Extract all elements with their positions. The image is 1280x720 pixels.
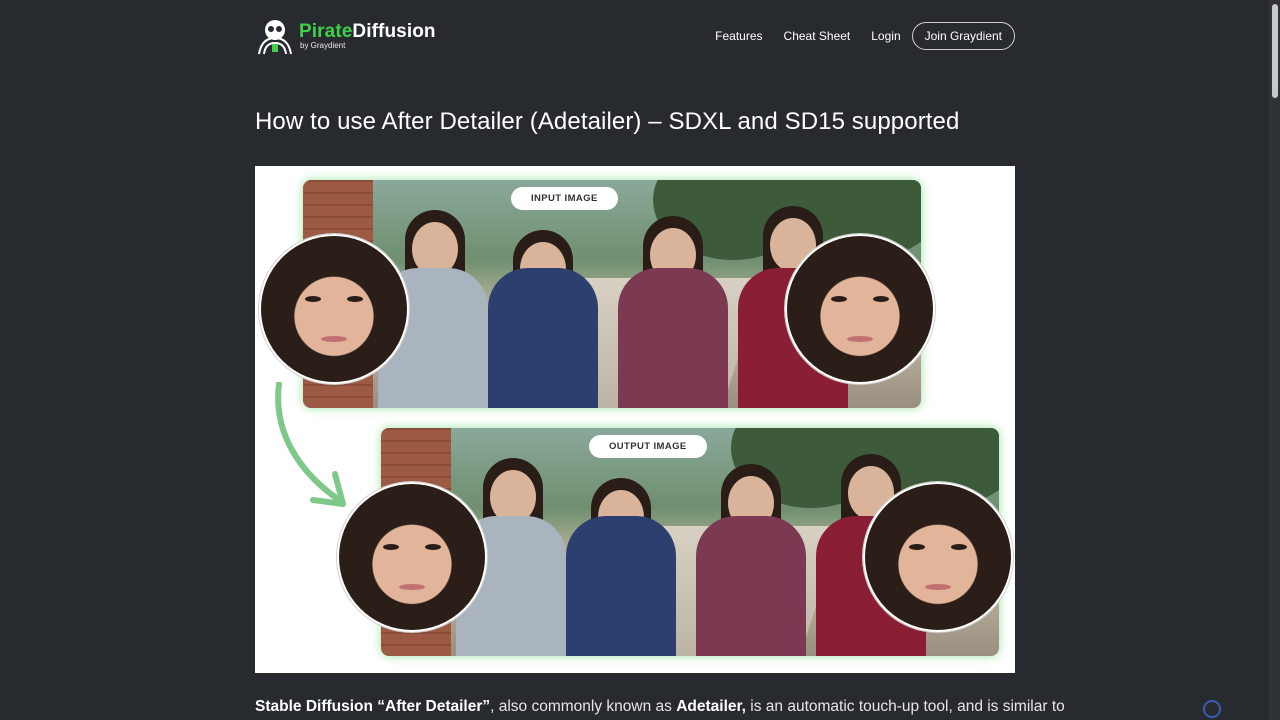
logo-byline: by Graydient [300,41,346,50]
page-title: How to use After Detailer (Adetailer) – … [255,108,960,135]
nav-cheat-sheet-link[interactable]: Cheat Sheet [784,29,851,43]
input-face-closeup-left [259,234,409,384]
main-nav: Features Cheat Sheet Login Join Graydien… [694,22,1015,50]
intro-text-1: , also commonly known as [490,698,677,715]
recaptcha-icon[interactable] [1203,700,1221,718]
nav-login-link[interactable]: Login [871,29,900,43]
intro-paragraph: Stable Diffusion “After Detailer”, also … [255,698,1065,716]
logo-word-pirate: Pirate [299,21,353,42]
input-image-label: INPUT IMAGE [511,187,618,210]
intro-bold-after-detailer: Stable Diffusion “After Detailer” [255,698,491,715]
skull-logo-icon [258,20,292,55]
site-logo[interactable]: PirateDiffusion by Graydient [255,14,436,58]
site-header: PirateDiffusion by Graydient Features Ch… [255,14,1015,58]
join-graydient-button[interactable]: Join Graydient [911,22,1015,50]
intro-text-2: is an automatic touch-up tool, and is si… [745,698,1065,715]
logo-wordmark: PirateDiffusion [299,22,436,42]
intro-bold-adetailer: Adetailer, [676,698,746,715]
output-image-label: OUTPUT IMAGE [589,435,707,458]
page-scrollbar[interactable] [1269,0,1280,720]
output-face-closeup-right [863,482,1013,632]
curved-arrow-icon [275,382,346,507]
nav-features-link[interactable]: Features [715,29,762,43]
hero-image: INPUT IMAGE OUTPUT IMAGE [255,166,1015,673]
output-face-closeup-left [337,482,487,632]
logo-word-diffusion: Diffusion [352,21,436,42]
input-face-closeup-right [785,234,935,384]
scrollbar-thumb[interactable] [1272,4,1278,98]
